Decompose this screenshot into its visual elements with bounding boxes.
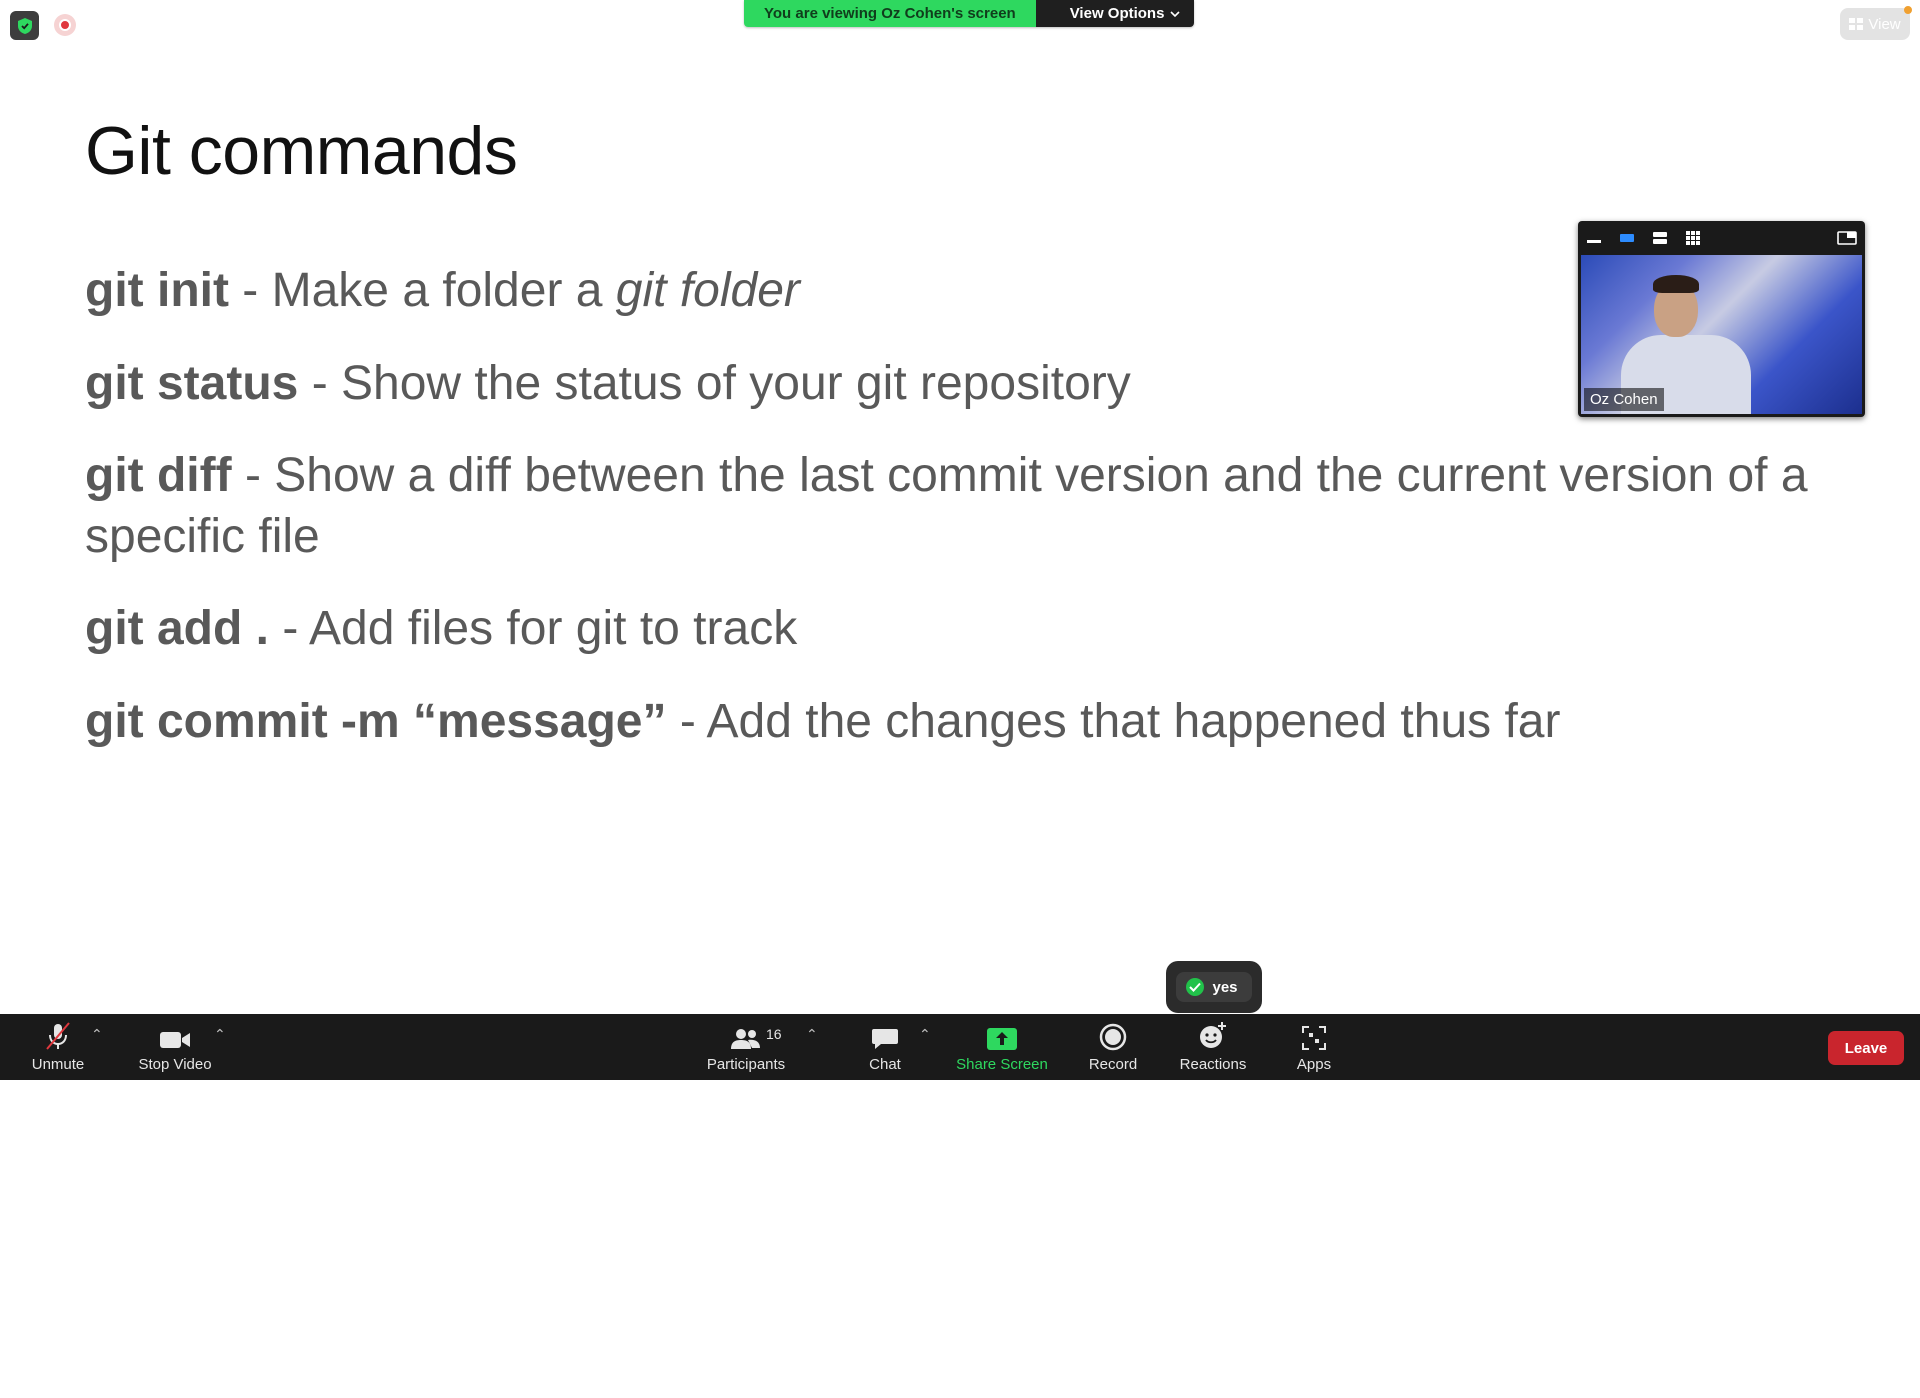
command-name: git diff [85,449,232,502]
stop-video-button[interactable]: Stop Video [130,1014,220,1080]
reactions-button[interactable]: Reactions [1170,1014,1256,1080]
participants-count: 16 [766,1026,782,1042]
view-options-label: View Options [1069,5,1165,22]
video-options-caret[interactable]: ⌃ [214,1026,226,1043]
leave-button[interactable]: Leave [1828,1031,1904,1065]
record-label: Record [1088,1056,1138,1073]
command-description: - Make a folder a [228,264,616,317]
chat-label: Chat [869,1056,901,1073]
apps-label: Apps [1296,1056,1332,1073]
exit-pip-icon[interactable] [1837,230,1857,246]
view-button-label: View [1868,15,1901,33]
floating-video-panel[interactable]: Oz Cohen [1578,221,1865,417]
share-screen-button[interactable]: Share Screen [950,1014,1054,1080]
record-button[interactable]: Record [1077,1014,1149,1080]
grid-view-icon [1849,18,1864,30]
video-panel-controls [1578,221,1865,255]
yes-reaction[interactable]: yes [1176,972,1252,1002]
yes-reaction-label: yes [1212,978,1238,996]
share-screen-label: Share Screen [956,1056,1048,1073]
gallery-strip-icon[interactable] [1652,230,1668,246]
command-description-italic: git folder [615,264,800,317]
command-description: - Show the status of your git repository [298,357,1131,410]
smiley-plus-icon [1198,1021,1228,1051]
chat-button[interactable]: Chat [850,1014,920,1080]
command-line-commit: git commit -m “message” - Add the change… [85,691,1845,752]
check-icon [1186,978,1205,996]
command-description: - Add files for git to track [268,602,798,655]
participants-button[interactable]: Participants [700,1014,792,1080]
participant-name-label: Oz Cohen [1584,388,1664,411]
muted-microphone-icon [43,1021,73,1051]
participant-hair [1653,275,1699,293]
apps-button[interactable]: Apps [1280,1014,1348,1080]
command-name: git status [85,357,299,410]
notification-dot [1904,6,1912,14]
command-line-add: git add . - Add files for git to track [85,598,1845,659]
view-options-button[interactable]: View Options [1035,0,1195,27]
chat-bubble-icon [871,1021,899,1051]
command-description: - Show a diff between the last commit ve… [85,449,1808,563]
view-button[interactable]: View [1840,6,1912,40]
record-icon [1099,1021,1127,1051]
viewing-screen-label: You are viewing Oz Cohen's screen [744,0,1036,27]
apps-icon [1301,1021,1327,1051]
chat-options-caret[interactable]: ⌃ [919,1026,931,1043]
grid-view-icon[interactable] [1685,230,1701,246]
recording-indicator-icon [54,14,76,36]
audio-options-caret[interactable]: ⌃ [91,1026,103,1043]
command-line-diff: git diff - Show a diff between the last … [85,445,1845,567]
reactions-label: Reactions [1179,1056,1247,1073]
security-shield-icon[interactable] [10,11,39,40]
chevron-down-icon [1170,10,1181,17]
participants-label: Participants [706,1056,786,1073]
slide-title: Git commands [85,113,518,189]
command-name: git commit -m “message” [85,695,667,748]
unmute-label: Unmute [31,1056,85,1073]
participants-icon [730,1021,762,1051]
screen-share-banner: You are viewing Oz Cohen's screen View O… [744,0,1195,27]
command-name: git add . [85,602,269,655]
share-screen-icon [986,1021,1018,1051]
unmute-button[interactable]: Unmute [20,1014,96,1080]
minimize-icon[interactable] [1586,230,1602,246]
speaker-view-icon[interactable] [1619,230,1635,246]
participant-video: Oz Cohen [1581,255,1862,414]
video-camera-icon [159,1021,191,1051]
meeting-toolbar: Unmute ⌃ Stop Video ⌃ Participants 16 ⌃ … [0,1014,1920,1080]
command-name: git init [85,264,229,317]
command-description: - Add the changes that happened thus far [666,695,1561,748]
reaction-popup: yes [1166,961,1262,1013]
stop-video-label: Stop Video [138,1056,212,1073]
participants-options-caret[interactable]: ⌃ [806,1026,818,1043]
